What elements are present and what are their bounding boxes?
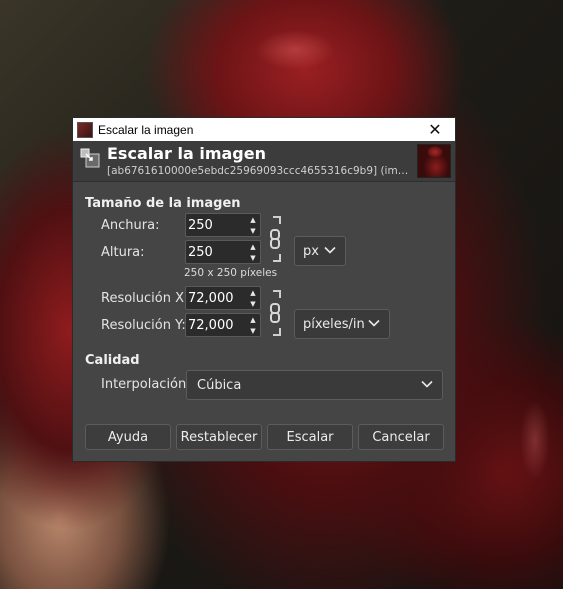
interpolation-value: Cúbica [197,378,242,393]
decrement-icon[interactable]: ▼ [246,252,260,263]
chain-link-icon [270,303,280,323]
spin-arrows: ▲ ▼ [246,214,260,236]
y-resolution-input[interactable] [186,314,244,336]
cancel-button[interactable]: Cancelar [358,424,444,450]
dialog-heading: Escalar la imagen [107,144,266,163]
close-button[interactable]: ✕ [415,118,455,141]
height-label: Altura: [101,245,145,260]
dialog-header: Escalar la imagen [ab6761610000e5ebdc259… [73,141,455,182]
size-chain-button[interactable] [270,216,283,262]
chevron-down-icon [368,319,380,327]
interpolation-dropdown[interactable]: Cúbica [186,370,443,400]
y-resolution-spinbutton[interactable]: ▲ ▼ [185,313,261,337]
image-size-section-title: Tamaño de la imagen [85,196,241,211]
chevron-down-icon [421,380,433,388]
quality-section-title: Calidad [85,353,140,368]
chevron-down-icon [324,246,336,254]
resolution-unit-value: píxeles/in [303,317,365,332]
increment-icon[interactable]: ▲ [246,287,260,298]
chain-bracket [273,290,281,298]
spin-arrows: ▲ ▼ [246,241,260,263]
increment-icon[interactable]: ▲ [246,214,260,225]
size-unit-value: px [303,244,319,259]
scale-button[interactable]: Escalar [267,424,353,450]
height-spinbutton[interactable]: ▲ ▼ [185,240,261,264]
resolution-chain-button[interactable] [270,290,283,336]
y-resolution-label: Resolución Y: [101,318,186,333]
increment-icon[interactable]: ▲ [246,314,260,325]
chain-bracket [273,254,281,262]
x-resolution-label: Resolución X: [101,291,189,306]
scale-image-icon [80,148,100,168]
size-unit-dropdown[interactable]: px [294,236,346,266]
background-highlight [520,400,550,480]
resolution-unit-dropdown[interactable]: píxeles/in [294,309,390,339]
interpolation-label: Interpolación: [101,377,191,392]
increment-icon[interactable]: ▲ [246,241,260,252]
window-title: Escalar la imagen [98,122,194,137]
scale-image-dialog: Escalar la imagen ✕ Escalar la imagen [a… [72,117,456,462]
spin-arrows: ▲ ▼ [246,287,260,309]
decrement-icon[interactable]: ▼ [246,298,260,309]
gimp-app-icon [77,121,93,138]
window-titlebar[interactable]: Escalar la imagen ✕ [73,118,455,141]
image-thumbnail [417,144,451,178]
height-input[interactable] [186,241,244,263]
chain-link-icon [270,229,280,249]
help-button[interactable]: Ayuda [85,424,171,450]
x-resolution-input[interactable] [186,287,244,309]
spin-arrows: ▲ ▼ [246,314,260,336]
x-resolution-spinbutton[interactable]: ▲ ▼ [185,286,261,310]
width-input[interactable] [186,214,244,236]
decrement-icon[interactable]: ▼ [246,325,260,336]
background-highlight [255,30,335,70]
width-spinbutton[interactable]: ▲ ▼ [185,213,261,237]
image-identifier: [ab6761610000e5ebdc25969093ccc4655316c9b… [107,165,410,177]
chain-bracket [273,216,281,224]
chain-bracket [273,328,281,336]
width-label: Anchura: [101,218,160,233]
pixel-size-hint: 250 x 250 píxeles [184,267,278,279]
reset-button[interactable]: Restablecer [176,424,262,450]
decrement-icon[interactable]: ▼ [246,225,260,236]
